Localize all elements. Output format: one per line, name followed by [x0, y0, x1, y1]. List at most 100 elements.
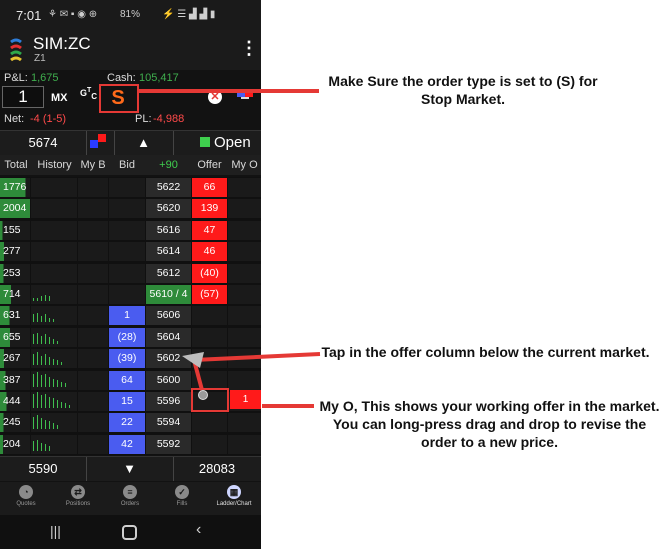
ladder-my-bid-cell[interactable]: [78, 220, 108, 240]
ladder-row: 204 42 5592: [0, 434, 261, 455]
history-bar: [45, 444, 46, 451]
ladder-total-cell: 631: [0, 306, 30, 326]
history-bar: [45, 393, 46, 408]
ladder-my-bid-cell[interactable]: [78, 306, 108, 326]
ladder-my-offer-cell[interactable]: [228, 413, 261, 433]
ladder-my-bid-cell[interactable]: [78, 413, 108, 433]
scroll-up-icon[interactable]: ▲: [114, 131, 174, 155]
ladder-my-bid-cell[interactable]: [78, 199, 108, 219]
volume-box: 28083: [198, 461, 236, 476]
ladder-bid-cell[interactable]: [109, 242, 145, 262]
ladder-price-cell: 5606: [146, 306, 191, 326]
ladder-bid-cell[interactable]: [109, 285, 145, 304]
open-pl-value: -4,988: [153, 113, 185, 125]
ladder-my-bid-cell[interactable]: [78, 285, 108, 304]
gtc-button[interactable]: GTC: [80, 87, 97, 101]
top-price-box[interactable]: 5674: [0, 131, 87, 155]
more-menu-icon[interactable]: ⋮: [240, 38, 258, 59]
ladder-bid-cell[interactable]: [109, 263, 145, 283]
nav-item-positions[interactable]: ⇄ Positions: [52, 484, 104, 515]
symbol-title[interactable]: SIM:ZC: [33, 34, 91, 54]
ladder-history-cell: [31, 392, 77, 411]
ladder-my-offer-cell[interactable]: [228, 434, 261, 454]
history-bar: [45, 354, 46, 366]
ladder-my-offer-cell[interactable]: [228, 242, 261, 262]
home-icon[interactable]: [122, 525, 137, 540]
ladder-my-offer-cell[interactable]: [228, 306, 261, 326]
ladder-row: 655 (28) 5604: [0, 327, 261, 348]
ladder-history-cell: [31, 285, 77, 304]
history-bar: [49, 421, 50, 430]
ladder-bid-cell[interactable]: (39): [109, 349, 145, 369]
ladder-offer-cell[interactable]: 46: [192, 242, 227, 262]
ladder-bid-cell[interactable]: 15: [109, 392, 145, 411]
ladder-total-cell: 277: [0, 242, 30, 262]
open-button[interactable]: Open: [214, 134, 251, 151]
ladder-my-bid-cell[interactable]: [78, 263, 108, 283]
nav-item-quotes[interactable]: ◔ Quotes: [0, 484, 52, 515]
history-bar: [49, 377, 50, 387]
ladder-offer-cell[interactable]: [192, 306, 227, 326]
nav-item-fills[interactable]: ✓ Fills: [156, 484, 208, 515]
ladder-price-cell: 5620: [146, 199, 191, 219]
history-bar: [49, 396, 50, 408]
pl-label: P&L:: [4, 72, 28, 84]
ladder-row: 277 5614 46: [0, 241, 261, 262]
ladder-bid-cell[interactable]: 42: [109, 434, 145, 454]
ladder-my-offer-cell[interactable]: [228, 199, 261, 219]
recent-apps-icon[interactable]: |||: [50, 523, 61, 539]
ladder-top-bar: 5674 ▲ Open: [0, 130, 261, 156]
nav-label: Orders: [120, 501, 140, 507]
ladder-my-bid-cell[interactable]: [78, 434, 108, 454]
ladder-offer-cell[interactable]: [192, 413, 227, 433]
ladder-total-cell: 1776: [0, 178, 30, 197]
ladder-my-offer-cell[interactable]: [228, 220, 261, 240]
ladder-offer-cell[interactable]: (57): [192, 285, 227, 304]
ladder-offer-cell[interactable]: [192, 434, 227, 454]
bottom-price-box[interactable]: 5590: [0, 457, 87, 481]
ladder-bid-cell[interactable]: [109, 220, 145, 240]
back-icon[interactable]: ‹: [196, 521, 201, 539]
ladder-my-bid-cell[interactable]: [78, 349, 108, 369]
ladder-offer-cell[interactable]: (40): [192, 263, 227, 283]
ladder-bid-cell[interactable]: (28): [109, 327, 145, 347]
ladder-bid-cell[interactable]: 64: [109, 370, 145, 390]
ladder-my-offer-cell[interactable]: [228, 285, 261, 304]
nav-item-orders[interactable]: ≡ Orders: [104, 484, 156, 515]
ladder-offer-cell[interactable]: [192, 327, 227, 347]
ladder-bid-cell[interactable]: [109, 199, 145, 219]
ladder-offer-cell[interactable]: 66: [192, 178, 227, 197]
ladder-my-offer-cell[interactable]: [228, 178, 261, 197]
ladder-bid-cell[interactable]: [109, 178, 145, 197]
nav-label: Quotes: [16, 501, 36, 507]
nav-item-ladder-chart[interactable]: ▦ Ladder/Chart: [208, 484, 260, 515]
scroll-down-icon[interactable]: ▼: [86, 457, 174, 481]
ladder-my-bid-cell[interactable]: [78, 392, 108, 411]
ladder-my-bid-cell[interactable]: [78, 327, 108, 347]
ladder-my-offer-cell[interactable]: [228, 263, 261, 283]
history-bar: [33, 373, 34, 387]
ladder-offer-cell[interactable]: 47: [192, 220, 227, 240]
ladder-my-bid-cell[interactable]: [78, 178, 108, 197]
history-bar: [37, 439, 38, 451]
ladder-offer-cell[interactable]: 139: [192, 199, 227, 219]
order-type-annotation: Make Sure the order type is set to (S) f…: [328, 73, 598, 107]
history-bar: [69, 404, 70, 408]
color-toggle-icon[interactable]: [86, 131, 115, 155]
ladder-my-bid-cell[interactable]: [78, 242, 108, 262]
ladder-column-headers: Total History My B Bid +90 Offer My O: [0, 155, 261, 175]
ladder-chart-icon: ▦: [227, 485, 241, 499]
ladder-history-cell: [31, 349, 77, 369]
ladder-total-cell: 444: [0, 392, 30, 411]
ladder-my-bid-cell[interactable]: [78, 370, 108, 390]
my-offer-arrow-line: [262, 404, 314, 408]
history-bar: [41, 355, 42, 366]
ladder-bid-cell[interactable]: 22: [109, 413, 145, 433]
notification-icons: ⚘ ✉ ▪ ◉ ⊕: [48, 9, 98, 20]
history-bar: [53, 319, 54, 323]
mx-button[interactable]: MX: [51, 92, 68, 104]
ladder-bid-cell[interactable]: 1: [109, 306, 145, 326]
ladder-my-offer-cell[interactable]: [228, 327, 261, 347]
quantity-input[interactable]: 1: [2, 86, 44, 108]
app-header: SIM:ZC Z1 ⋮: [0, 30, 261, 70]
